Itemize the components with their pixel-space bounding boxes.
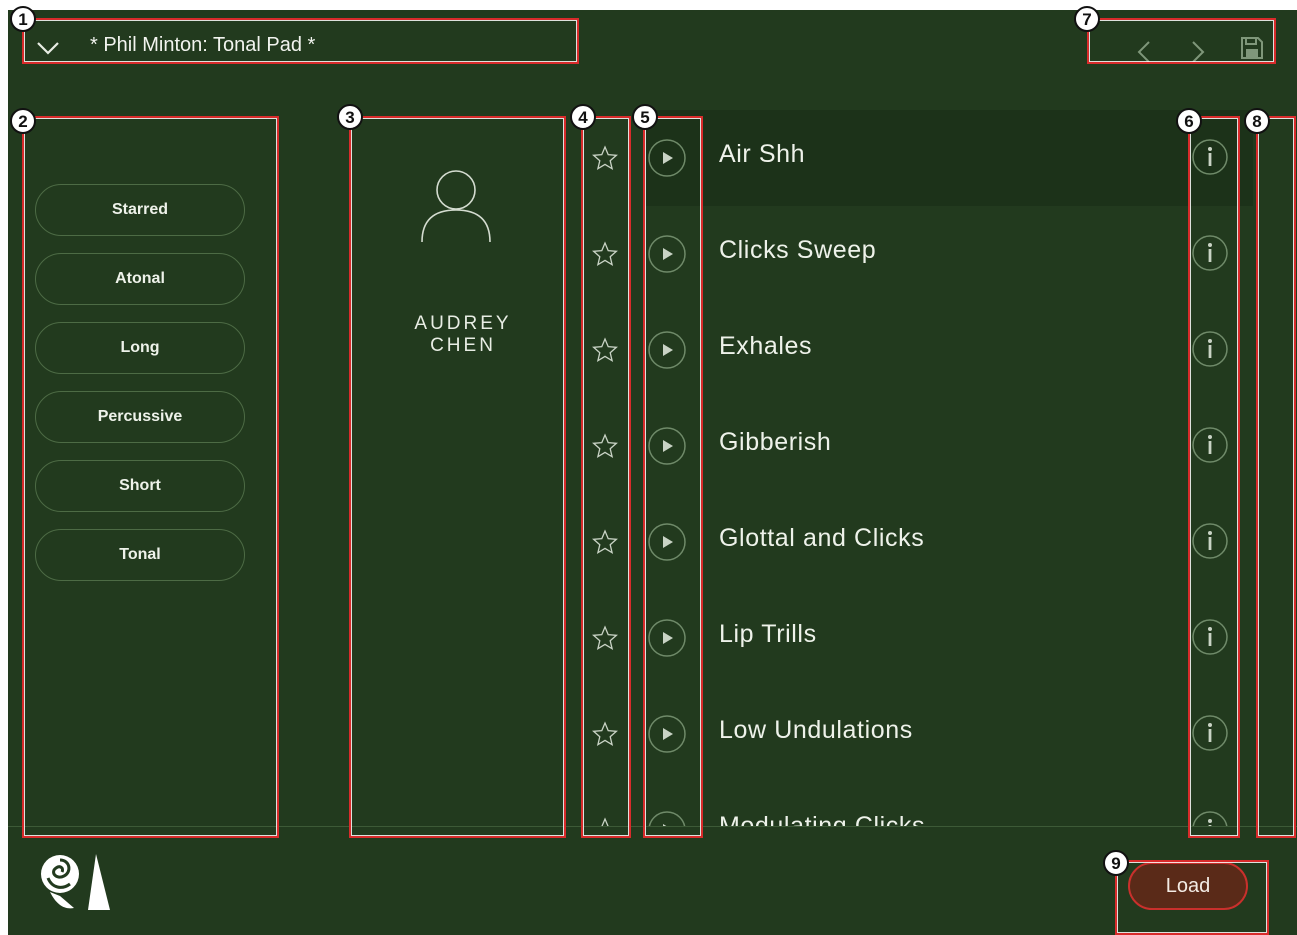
annotation-badge: 9 bbox=[1103, 850, 1129, 876]
preset-row[interactable]: Glottal and Clicks bbox=[583, 494, 1253, 590]
info-icon[interactable] bbox=[1191, 330, 1229, 368]
preset-name: Gibberish bbox=[719, 428, 832, 456]
play-icon[interactable] bbox=[647, 522, 687, 562]
preset-name: Lip Trills bbox=[719, 620, 817, 648]
preset-title[interactable]: * Phil Minton: Tonal Pad * bbox=[90, 34, 315, 57]
author-name[interactable]: AUDREY CHEN bbox=[388, 313, 538, 357]
star-icon[interactable] bbox=[592, 625, 618, 651]
save-icon[interactable] bbox=[1240, 36, 1264, 60]
annotation-badge: 1 bbox=[10, 6, 36, 32]
info-icon[interactable] bbox=[1191, 234, 1229, 272]
star-icon[interactable] bbox=[592, 529, 618, 555]
preset-name: Clicks Sweep bbox=[719, 236, 877, 264]
preset-row[interactable]: Exhales bbox=[583, 302, 1253, 398]
info-icon[interactable] bbox=[1191, 810, 1229, 826]
preset-browser-window: * Phil Minton: Tonal Pad * Starred Atona… bbox=[8, 10, 1297, 935]
tag-atonal[interactable]: Atonal bbox=[35, 253, 245, 305]
play-icon[interactable] bbox=[647, 330, 687, 370]
preset-row[interactable]: Gibberish bbox=[583, 398, 1253, 494]
info-icon[interactable] bbox=[1191, 618, 1229, 656]
annotation-badge: 6 bbox=[1176, 108, 1202, 134]
annotation-badge: 7 bbox=[1074, 6, 1100, 32]
annotation-badge: 3 bbox=[337, 104, 363, 130]
info-icon[interactable] bbox=[1191, 138, 1229, 176]
preset-row[interactable]: Modulating Clicks bbox=[583, 782, 1253, 826]
preset-row[interactable]: Low Undulations bbox=[583, 686, 1253, 782]
star-icon[interactable] bbox=[592, 721, 618, 747]
play-icon[interactable] bbox=[647, 138, 687, 178]
star-icon[interactable] bbox=[592, 145, 618, 171]
footer-divider bbox=[8, 826, 1297, 827]
play-icon[interactable] bbox=[647, 810, 687, 826]
preset-name: Glottal and Clicks bbox=[719, 524, 925, 552]
preset-name: Low Undulations bbox=[719, 716, 913, 744]
annotation-badge: 4 bbox=[570, 104, 596, 130]
user-icon bbox=[421, 170, 491, 243]
annotation-badge: 5 bbox=[632, 104, 658, 130]
preset-row[interactable]: Air Shh bbox=[583, 110, 1253, 206]
author-first-name: AUDREY bbox=[414, 313, 512, 334]
info-icon[interactable] bbox=[1191, 522, 1229, 560]
logo-icon bbox=[41, 854, 110, 910]
tag-tonal[interactable]: Tonal bbox=[35, 529, 245, 581]
load-button[interactable]: Load bbox=[1128, 862, 1248, 910]
play-icon[interactable] bbox=[647, 426, 687, 466]
info-icon[interactable] bbox=[1191, 426, 1229, 464]
play-icon[interactable] bbox=[647, 714, 687, 754]
tag-percussive[interactable]: Percussive bbox=[35, 391, 245, 443]
star-icon[interactable] bbox=[592, 241, 618, 267]
author-last-name: CHEN bbox=[430, 335, 496, 356]
play-icon[interactable] bbox=[647, 234, 687, 274]
tag-starred[interactable]: Starred bbox=[35, 184, 245, 236]
preset-name: Exhales bbox=[719, 332, 813, 360]
preset-name: Air Shh bbox=[719, 140, 806, 168]
preset-row[interactable]: Clicks Sweep bbox=[583, 206, 1253, 302]
play-icon[interactable] bbox=[647, 618, 687, 658]
chevron-left-icon[interactable] bbox=[1136, 40, 1152, 64]
info-icon[interactable] bbox=[1191, 714, 1229, 752]
chevron-right-icon[interactable] bbox=[1190, 40, 1206, 64]
tag-long[interactable]: Long bbox=[35, 322, 245, 374]
annotation-badge: 2 bbox=[10, 108, 36, 134]
star-icon[interactable] bbox=[592, 817, 618, 826]
star-icon[interactable] bbox=[592, 337, 618, 363]
preset-row[interactable]: Lip Trills bbox=[583, 590, 1253, 686]
tag-short[interactable]: Short bbox=[35, 460, 245, 512]
annotation-badge: 8 bbox=[1244, 108, 1270, 134]
star-icon[interactable] bbox=[592, 433, 618, 459]
preset-list[interactable]: Air Shh Clicks Sweep Exhales Gibberish G… bbox=[583, 110, 1253, 826]
preset-name: Modulating Clicks bbox=[719, 812, 926, 826]
chevron-down-icon[interactable] bbox=[36, 41, 60, 55]
